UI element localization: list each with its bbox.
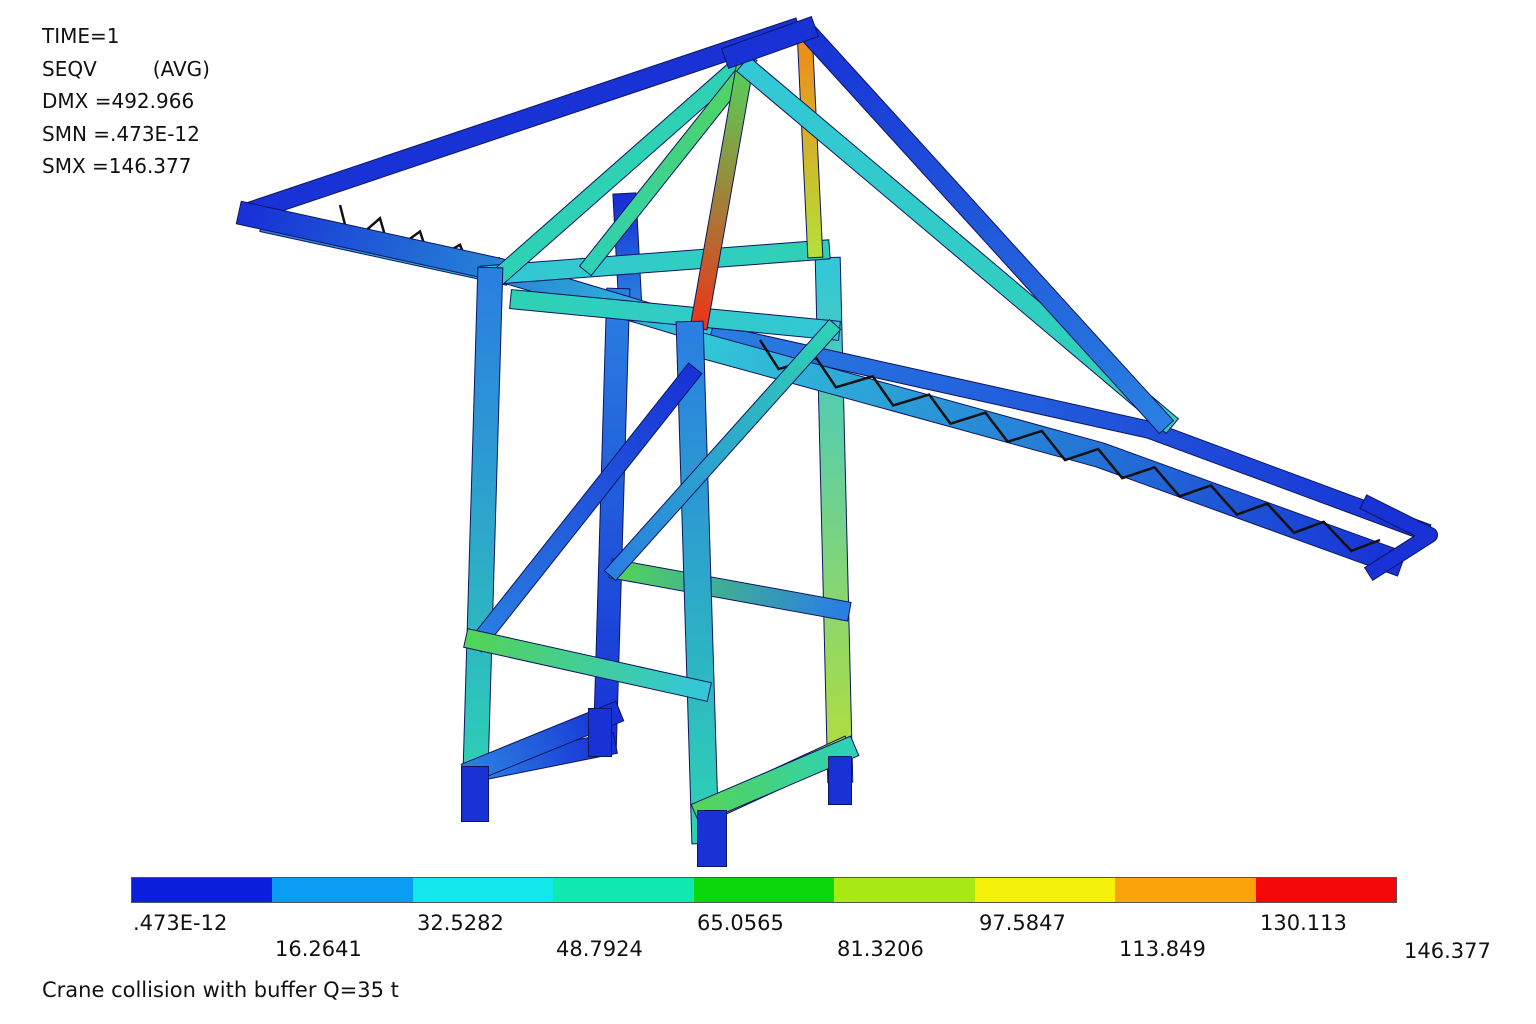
rear-right-leg (815, 257, 853, 783)
legend-tick-3: 48.7924 (556, 937, 643, 961)
front-right-leg (676, 321, 719, 844)
apex-column (797, 32, 823, 258)
legend-tick-9: 146.377 (1404, 939, 1491, 963)
contour-legend-bar (131, 877, 1397, 903)
front-left-leg (462, 267, 503, 803)
legend-color-segment (412, 878, 554, 902)
legend-color-segment (974, 878, 1116, 902)
crane-structure (235, 15, 1438, 867)
boom-tip (1360, 495, 1437, 580)
legend-tick-2: 32.5282 (417, 911, 504, 935)
legend-color-segment (693, 878, 835, 902)
portal-cross-girder (480, 240, 830, 285)
crane-model-view (235, 15, 1438, 867)
legend-tick-0: .473E-12 (133, 911, 228, 935)
legend-color-segment (1115, 878, 1256, 902)
legend-color-segment (834, 878, 975, 902)
rear-diagonal-brace (605, 320, 840, 580)
legend-tick-8: 130.113 (1260, 911, 1347, 935)
front-bottom-beam-right (691, 736, 859, 824)
front-cross-beam (464, 629, 711, 701)
front-diagonal-brace (468, 363, 702, 652)
legend-color-segment (272, 878, 413, 902)
legend-tick-6: 97.5847 (979, 911, 1066, 935)
legend-color-segment (132, 878, 273, 902)
legend-tick-7: 113.849 (1119, 937, 1206, 961)
apex-head (722, 17, 818, 68)
caption: Crane collision with buffer Q=35 t (42, 978, 399, 1002)
rear-cross-beam (609, 559, 851, 621)
legend-tick-5: 81.3206 (837, 937, 924, 961)
legend-color-segment (553, 878, 694, 902)
legend-color-segment (1255, 878, 1396, 902)
legend-tick-1: 16.2641 (275, 937, 362, 961)
legend-tick-4: 65.0565 (697, 911, 784, 935)
